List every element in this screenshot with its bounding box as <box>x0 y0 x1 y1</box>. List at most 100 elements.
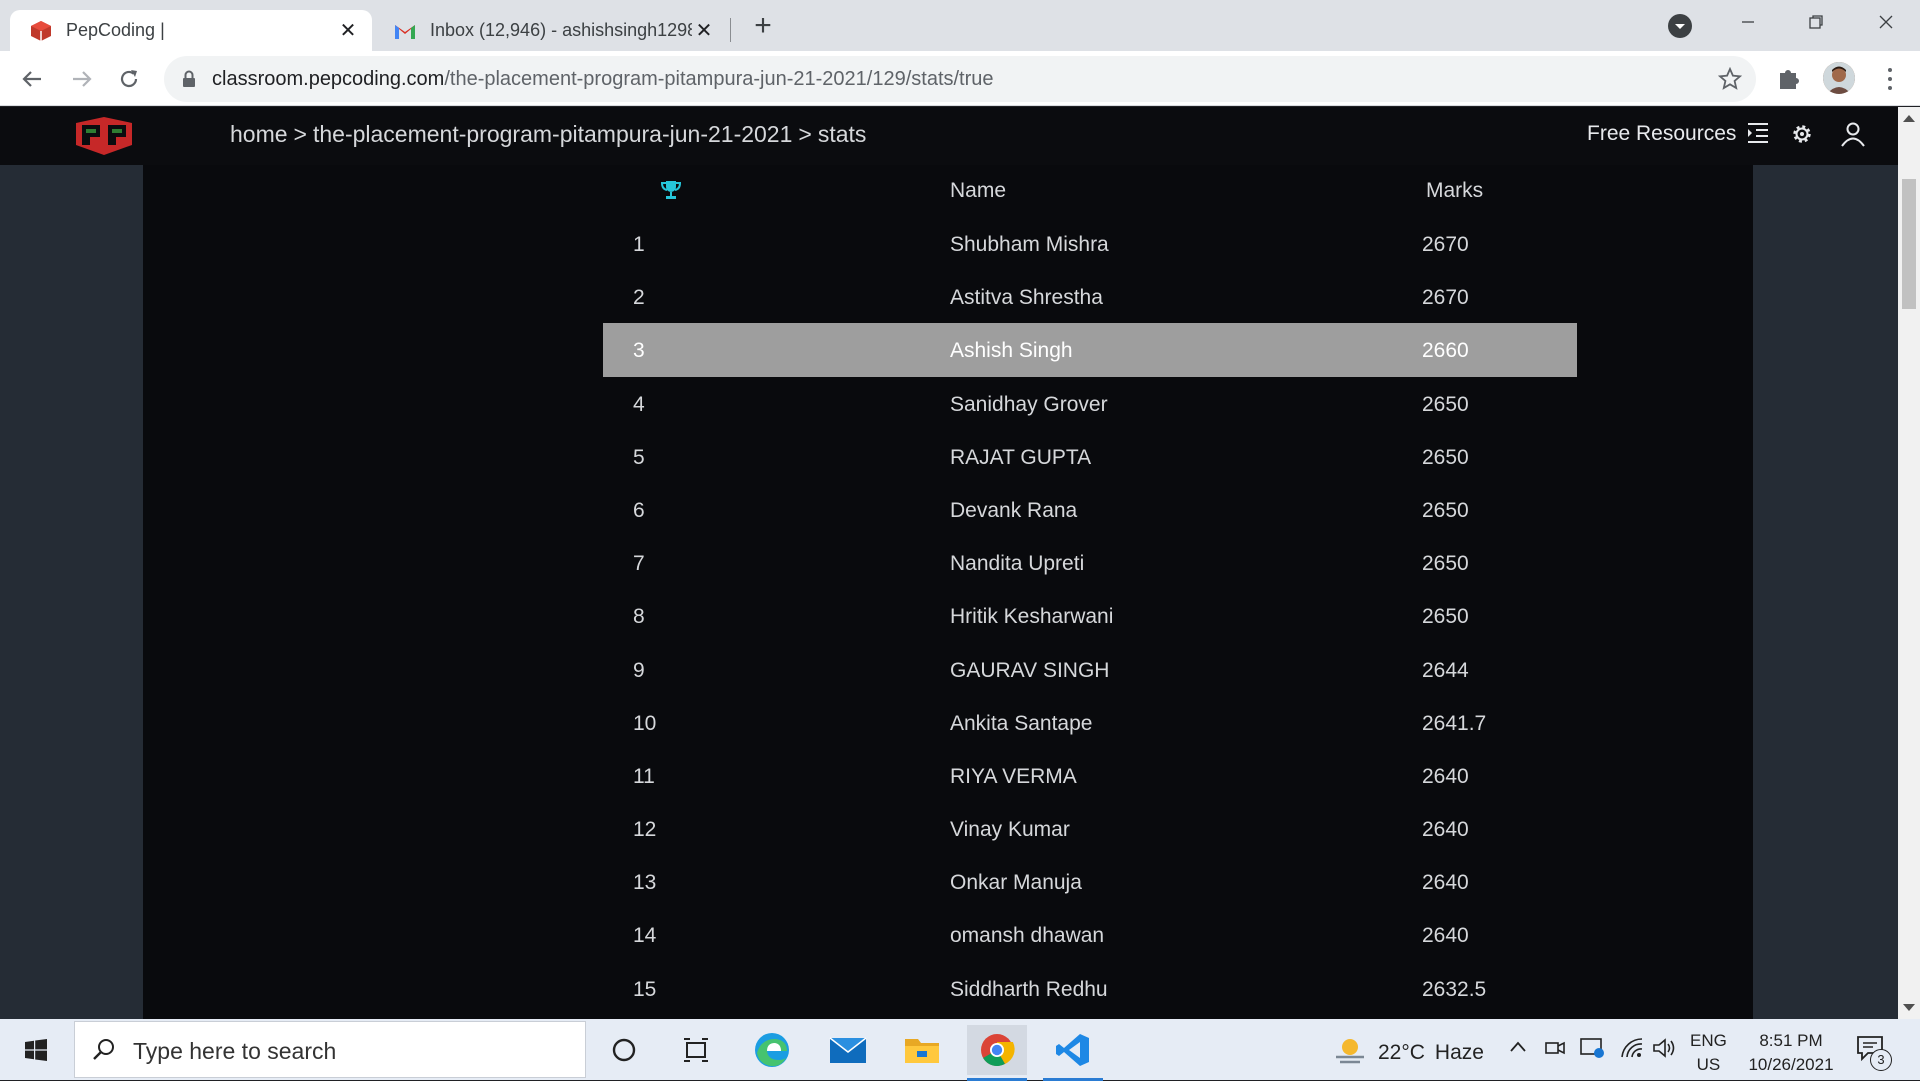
marks-cell: 2640 <box>1422 764 1469 788</box>
close-window-icon[interactable] <box>1852 0 1920 44</box>
rank-cell: 11 <box>633 764 655 788</box>
page-scrollbar[interactable] <box>1898 107 1920 1019</box>
breadcrumb-separator: > <box>798 121 812 147</box>
marks-cell: 2670 <box>1422 286 1469 310</box>
pepcoding-logo[interactable] <box>74 115 134 162</box>
name-cell: Shubham Mishra <box>950 233 1109 256</box>
meet-now-icon[interactable] <box>1544 1037 1566 1064</box>
gmail-icon <box>394 20 416 42</box>
wifi-icon[interactable] <box>1620 1037 1644 1064</box>
table-row: 4 Sanidhay Grover 2650 <box>603 377 1577 430</box>
breadcrumb-course[interactable]: the-placement-program-pitampura-jun-21-2… <box>313 121 792 147</box>
name-cell: Devank Rana <box>950 498 1078 522</box>
rank-cell: 6 <box>633 498 645 522</box>
marks-cell: 2650 <box>1422 605 1469 629</box>
name-cell: Astitva Shrestha <box>950 286 1103 310</box>
edge-browser-icon[interactable] <box>742 1025 802 1075</box>
weather-haze-icon <box>1334 1035 1366 1071</box>
settings-gear-icon[interactable] <box>1790 122 1814 151</box>
marks-cell: 2640 <box>1422 871 1469 895</box>
table-row: 15 Siddharth Redhu 2632.5 <box>603 962 1577 1015</box>
close-tab-icon[interactable]: ✕ <box>336 19 360 43</box>
tab-strip: PepCoding | ✕ Inbox (12,946) - ashishsin… <box>0 0 1920 51</box>
table-row: 9 GAURAV SINGH 2644 <box>603 643 1577 696</box>
scrollbar-thumb[interactable] <box>1902 179 1916 309</box>
taskbar-search-box[interactable]: Type here to search <box>74 1021 586 1078</box>
windows-start-icon[interactable] <box>0 1019 72 1080</box>
show-hidden-icons-chevron-icon[interactable] <box>1508 1037 1528 1062</box>
column-header-name: Name <box>950 179 1007 202</box>
marks-cell: 2650 <box>1422 392 1469 416</box>
cortana-icon[interactable] <box>594 1025 654 1075</box>
site-header: home > the-placement-program-pitampura-jun… <box>0 107 1898 165</box>
tab-search-icon[interactable] <box>1668 14 1692 38</box>
name-cell: Nandita Upreti <box>950 552 1085 576</box>
table-row: 5 RAJAT GUPTA 2650 <box>603 430 1577 483</box>
notification-center-icon[interactable]: 3 <box>1856 1035 1892 1071</box>
stats-content: Name Marks 1 Shubham Mishra 2670 2 Astitva S… <box>143 165 1753 1019</box>
marks-cell: 2640 <box>1422 818 1469 842</box>
weather-widget[interactable]: 22°C Haze <box>1334 1035 1484 1071</box>
extensions-puzzle-icon[interactable] <box>1776 65 1802 96</box>
tab-pepcoding[interactable]: PepCoding | ✕ <box>10 10 372 51</box>
table-row: 11 RIYA VERMA 2640 <box>603 749 1577 802</box>
rank-cell: 14 <box>633 924 657 948</box>
tab-gmail[interactable]: Inbox (12,946) - ashishsingh1298 ✕ <box>374 10 728 51</box>
clock-time: 8:51 PM <box>1759 1031 1823 1050</box>
url-host: classroom.pepcoding.com <box>212 68 445 90</box>
lock-icon[interactable] <box>182 70 196 93</box>
table-row: 13 Onkar Manuja 2640 <box>603 855 1577 908</box>
mail-icon[interactable] <box>818 1025 878 1075</box>
table-row: 7 Nandita Upreti 2650 <box>603 536 1577 589</box>
task-view-icon[interactable] <box>666 1025 726 1075</box>
clock-date: 10/26/2021 <box>1748 1055 1834 1074</box>
rank-cell: 15 <box>633 977 657 1001</box>
table-row: 10 Ankita Santape 2641.7 <box>603 696 1577 749</box>
new-tab-button[interactable]: + <box>748 11 778 42</box>
marks-cell: 2650 <box>1422 498 1469 522</box>
table-row: 3 Ashish Singh 2660 <box>603 323 1577 377</box>
vscode-icon[interactable] <box>1043 1025 1103 1081</box>
rank-cell: 4 <box>633 392 645 416</box>
file-explorer-icon[interactable] <box>892 1025 952 1075</box>
minimize-icon[interactable] <box>1714 0 1782 44</box>
menu-list-icon[interactable] <box>1746 121 1770 150</box>
free-resources-link[interactable]: Free Resources <box>1587 122 1736 146</box>
scroll-up-icon[interactable] <box>1903 115 1915 122</box>
system-clock[interactable]: 8:51 PM 10/26/2021 <box>1736 1029 1846 1077</box>
scroll-down-icon[interactable] <box>1903 1004 1915 1011</box>
language-code: ENG <box>1690 1031 1727 1050</box>
marks-cell: 2640 <box>1422 924 1469 948</box>
table-row: 14 omansh dhawan 2640 <box>603 908 1577 961</box>
bookmark-star-icon[interactable] <box>1717 66 1743 96</box>
forward-icon[interactable] <box>66 63 98 95</box>
defender-icon[interactable] <box>1580 1037 1606 1064</box>
url-text: classroom.pepcoding.com/the-placement-pr… <box>212 68 994 91</box>
rank-cell: 1 <box>633 233 645 256</box>
back-icon[interactable] <box>16 63 48 95</box>
weather-temperature: 22°C <box>1378 1041 1425 1064</box>
close-tab-icon[interactable]: ✕ <box>692 19 716 43</box>
restore-icon[interactable] <box>1782 0 1850 44</box>
rank-cell: 13 <box>633 871 657 895</box>
address-bar[interactable]: classroom.pepcoding.com/the-placement-pr… <box>164 56 1756 102</box>
volume-icon[interactable] <box>1652 1037 1676 1064</box>
input-language[interactable]: ENG US <box>1690 1029 1727 1077</box>
breadcrumb-home[interactable]: home <box>230 121 288 147</box>
user-account-icon[interactable] <box>1840 121 1866 152</box>
browser-menu-icon[interactable] <box>1880 65 1900 93</box>
url-path: /the-placement-program-pitampura-jun-21-… <box>444 68 994 90</box>
name-cell: GAURAV SINGH <box>950 658 1110 682</box>
rank-cell: 3 <box>633 339 645 363</box>
table-row: 2 Astitva Shrestha 2670 <box>603 270 1577 323</box>
table-row: 12 Vinay Kumar 2640 <box>603 802 1577 855</box>
reload-icon[interactable] <box>113 63 145 95</box>
chrome-taskbar-icon[interactable] <box>967 1025 1027 1081</box>
profile-avatar[interactable] <box>1823 62 1855 94</box>
name-cell: Hritik Kesharwani <box>950 605 1114 629</box>
region-code: US <box>1696 1055 1721 1074</box>
notification-count-badge: 3 <box>1870 1049 1892 1071</box>
rank-cell: 8 <box>633 605 645 629</box>
rank-cell: 10 <box>633 711 657 735</box>
marks-cell: 2641.7 <box>1422 711 1487 735</box>
